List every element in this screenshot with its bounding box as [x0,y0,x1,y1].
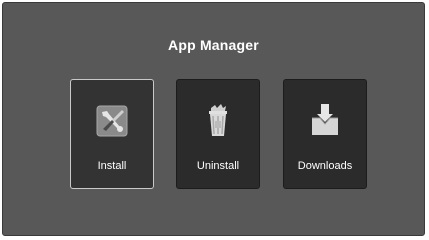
trash-can-icon [201,102,235,140]
downloads-label: Downloads [297,160,353,172]
download-tray-icon [308,102,342,140]
page-title: App Manager [168,37,259,53]
wrench-screwdriver-icon [95,102,129,140]
install-button[interactable]: Install [70,79,154,189]
uninstall-button[interactable]: Uninstall [176,79,260,189]
uninstall-label: Uninstall [196,160,240,172]
app-manager-screen: App Manager Install Uninstall Downloads [2,2,425,236]
downloads-button[interactable]: Downloads [283,79,367,189]
install-label: Install [97,160,127,172]
